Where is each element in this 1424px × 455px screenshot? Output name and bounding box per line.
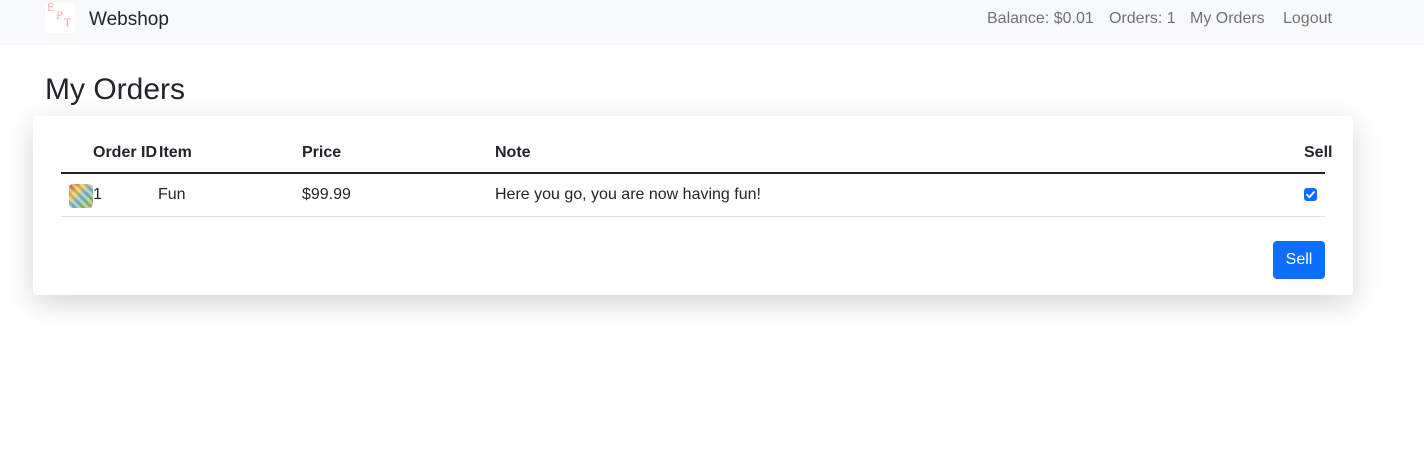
order-id-cell: 1 — [93, 186, 102, 203]
column-header-price: Price — [302, 144, 342, 161]
column-header-note: Note — [495, 144, 531, 161]
column-header-sell: Sell — [1304, 144, 1333, 161]
column-header-item: Item — [159, 144, 192, 161]
price-cell: $99.99 — [302, 186, 351, 203]
balance-display: Balance: $0.01 — [987, 10, 1094, 27]
checkmark-icon — [1306, 191, 1315, 199]
item-cell: Fun — [158, 186, 186, 203]
orders-card: Order ID Item Price Note Sell 1 Fun $99.… — [33, 116, 1353, 295]
orders-count-display: Orders: 1 — [1109, 10, 1176, 27]
table-header-divider — [61, 172, 1325, 174]
navbar: E P T Webshop Balance: $0.01 Orders: 1 M… — [0, 0, 1424, 45]
sell-button[interactable]: Sell — [1273, 241, 1325, 279]
note-cell: Here you go, you are now having fun! — [495, 186, 761, 203]
item-thumbnail — [69, 184, 93, 208]
brand-name[interactable]: Webshop — [89, 9, 169, 31]
brand-logo[interactable]: E P T — [45, 3, 75, 33]
page-title: My Orders — [45, 73, 186, 106]
my-orders-link[interactable]: My Orders — [1190, 10, 1265, 28]
column-header-order-id: Order ID — [93, 144, 158, 161]
table-row-divider — [61, 216, 1325, 217]
logout-link[interactable]: Logout — [1283, 10, 1332, 28]
sell-checkbox[interactable] — [1304, 188, 1317, 201]
